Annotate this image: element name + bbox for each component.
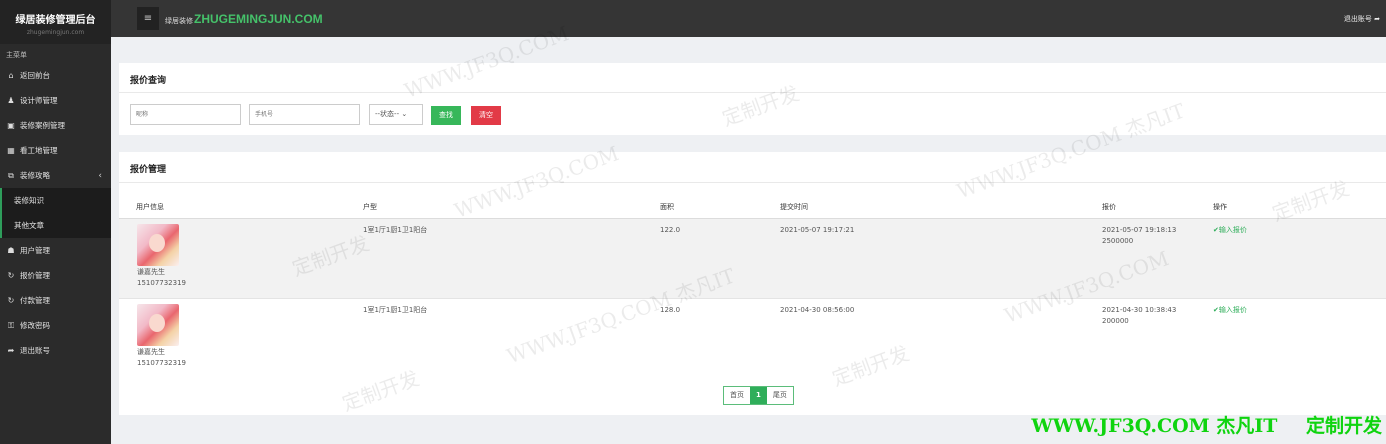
users-icon: ☗ xyxy=(7,246,15,255)
picture-icon: ▣ xyxy=(7,121,15,130)
area-cell: 128.0 xyxy=(660,306,681,314)
user-phone: 15107732319 xyxy=(137,279,186,287)
sidebar-item-sites[interactable]: ▦ 看工地管理 xyxy=(0,138,111,163)
sidebar-item-label: 设计师管理 xyxy=(20,96,58,105)
footer-watermark-site: WWW.JF3Q.COM 杰凡IT xyxy=(1031,415,1278,437)
grid-icon: ▦ xyxy=(7,146,15,155)
sidebar-item-label: 装修案例管理 xyxy=(20,121,65,130)
panel-title: 报价查询 xyxy=(130,76,167,86)
brand-subtitle: zhugemingjun.com xyxy=(26,29,85,36)
quote-management-panel: 报价管理 用户信息 户型 面积 提交时间 报价 操作 谦嘉先生 15107732… xyxy=(119,152,1386,415)
user-icon: ♟ xyxy=(7,96,15,105)
sidebar-item-label: 返回前台 xyxy=(20,71,50,80)
column-header: 用户信息 xyxy=(136,203,164,211)
divider xyxy=(119,92,1386,93)
logout-link[interactable]: 退出账号 ➦ xyxy=(1344,14,1380,24)
sidebar-item-cases[interactable]: ▣ 装修案例管理 xyxy=(0,113,111,138)
quote-value-cell: 200000 xyxy=(1102,317,1129,325)
refresh-icon: ↻ xyxy=(7,271,15,280)
user-name: 谦嘉先生 xyxy=(137,268,165,276)
menu-header: 主菜单 xyxy=(6,51,27,59)
avatar xyxy=(137,304,179,346)
home-icon: ⌂ xyxy=(8,71,14,80)
sidebar-item-quotes[interactable]: ↻ 报价管理 xyxy=(0,263,111,288)
site-title-cn: 绿居装修 xyxy=(165,17,193,25)
quote-time-cell: 2021-04-30 10:38:43 xyxy=(1102,306,1177,314)
key-icon: ⚿ xyxy=(7,320,15,330)
logout-icon: ➦ xyxy=(7,346,15,355)
enter-quote-link[interactable]: ✔输入报价 xyxy=(1213,305,1247,316)
sidebar-item-label: 付款管理 xyxy=(20,296,50,305)
enter-quote-link[interactable]: ✔输入报价 xyxy=(1213,225,1247,236)
quote-query-panel: 报价查询 --状态-- ⌄ 查找 清空 xyxy=(119,63,1386,135)
topbar: ≡ 绿居装修 ZHUGEMINGJUN.COM 退出账号 ➦ xyxy=(111,0,1386,37)
sidebar-item-payments[interactable]: ↻ 付款管理 xyxy=(0,288,111,313)
avatar xyxy=(137,224,179,266)
user-phone: 15107732319 xyxy=(137,359,186,367)
brand: 绿居装修管理后台 zhugemingjun.com xyxy=(0,0,111,44)
sidebar-item-logout[interactable]: ➦ 退出账号 xyxy=(0,338,111,363)
copy-icon: ⧉ xyxy=(8,170,14,180)
menu-toggle-icon[interactable]: ≡ xyxy=(137,7,159,30)
status-select[interactable]: --状态-- ⌄ xyxy=(369,104,423,125)
column-header: 面积 xyxy=(660,203,674,211)
site-title-en: ZHUGEMINGJUN.COM xyxy=(194,12,323,26)
sidebar-item-other-articles[interactable]: 其他文章 xyxy=(0,213,111,238)
sidebar-item-password[interactable]: ⚿ 修改密码 xyxy=(0,313,111,338)
sidebar-item-label: 修改密码 xyxy=(20,321,50,330)
column-header: 户型 xyxy=(363,203,377,211)
sidebar-item-label: 看工地管理 xyxy=(20,146,58,155)
area-cell: 122.0 xyxy=(660,226,681,234)
submit-time-cell: 2021-04-30 08:56:00 xyxy=(780,306,855,314)
panel-title: 报价管理 xyxy=(130,165,167,175)
sidebar-item-label: 退出账号 xyxy=(20,346,50,355)
column-header: 操作 xyxy=(1213,203,1227,211)
sidebar-item-label: 其他文章 xyxy=(14,221,44,230)
sidebar-item-label: 装修攻略 xyxy=(20,171,50,180)
search-button[interactable]: 查找 xyxy=(431,106,461,125)
sidebar-item-guides[interactable]: ⧉ 装修攻略 ‹ xyxy=(0,163,111,188)
user-name: 谦嘉先生 xyxy=(137,348,165,356)
column-header: 报价 xyxy=(1102,203,1116,211)
site-title: 绿居装修 ZHUGEMINGJUN.COM xyxy=(165,12,323,26)
sidebar: 绿居装修管理后台 zhugemingjun.com 主菜单 ⌂ 返回前台 ♟ 设… xyxy=(0,0,111,444)
sidebar-item-knowledge[interactable]: 装修知识 xyxy=(0,188,111,213)
chevron-left-icon: ‹ xyxy=(98,170,102,181)
pagination: 首页 1 尾页 xyxy=(723,386,794,405)
first-page-button[interactable]: 首页 xyxy=(724,387,750,404)
phone-input[interactable] xyxy=(249,104,360,125)
sidebar-item-label: 用户管理 xyxy=(20,246,50,255)
last-page-button[interactable]: 尾页 xyxy=(766,387,793,404)
sidebar-item-label: 报价管理 xyxy=(20,271,50,280)
sidebar-item-users[interactable]: ☗ 用户管理 xyxy=(0,238,111,263)
quote-time-cell: 2021-05-07 19:18:13 xyxy=(1102,226,1177,234)
sidebar-item-home[interactable]: ⌂ 返回前台 xyxy=(0,63,111,88)
column-header: 提交时间 xyxy=(780,203,808,211)
guides-submenu: 装修知识 其他文章 xyxy=(0,188,111,238)
refresh-icon: ↻ xyxy=(7,296,15,305)
clear-button[interactable]: 清空 xyxy=(471,106,501,125)
submit-time-cell: 2021-05-07 19:17:21 xyxy=(780,226,855,234)
layout-cell: 1室1厅1厨1卫1阳台 xyxy=(363,226,428,234)
table-row: 谦嘉先生 15107732319 1室1厅1厨1卫1阳台 122.0 2021-… xyxy=(119,219,1386,298)
nickname-input[interactable] xyxy=(130,104,241,125)
layout-cell: 1室1厅1厨1卫1阳台 xyxy=(363,306,428,314)
footer-watermark-tagline: 定制开发 xyxy=(1305,415,1382,437)
table-row: 谦嘉先生 15107732319 1室1厅1厨1卫1阳台 128.0 2021-… xyxy=(119,298,1386,377)
divider xyxy=(119,182,1386,183)
sidebar-item-designers[interactable]: ♟ 设计师管理 xyxy=(0,88,111,113)
sidebar-item-label: 装修知识 xyxy=(14,196,44,205)
current-page-button[interactable]: 1 xyxy=(750,387,767,404)
footer-watermark: WWW.JF3Q.COM 杰凡IT 定制开发 xyxy=(1031,411,1382,438)
brand-title: 绿居装修管理后台 xyxy=(15,15,96,26)
quote-value-cell: 2500000 xyxy=(1102,237,1134,245)
